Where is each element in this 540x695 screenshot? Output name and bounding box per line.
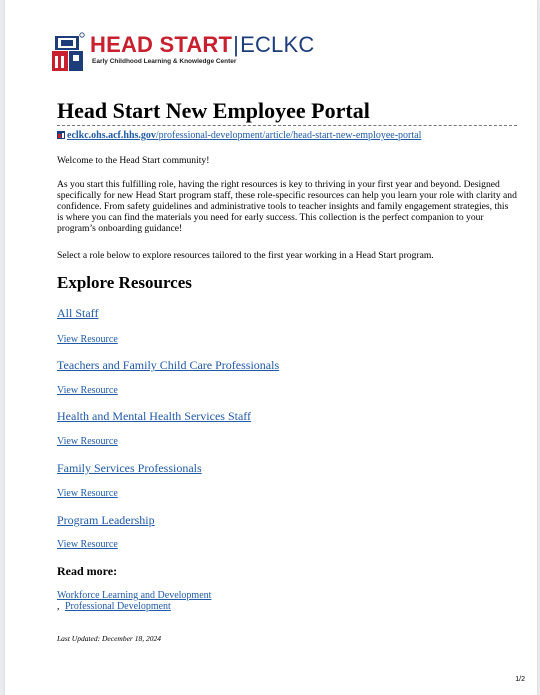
select-role-paragraph: Select a role below to explore resources…: [57, 250, 434, 261]
tag-separator: ,: [57, 601, 60, 612]
head-start-blocks-icon: [52, 32, 85, 71]
logo-head-text: HEAD START: [90, 32, 233, 57]
tag-link-workforce[interactable]: Workforce Learning and Development: [57, 590, 211, 601]
welcome-paragraph: Welcome to the Head Start community!: [57, 155, 210, 166]
logo-separator: |: [233, 32, 240, 57]
explore-resources-heading: Explore Resources: [57, 273, 192, 292]
role-link-teachers[interactable]: Teachers and Family Child Care Professio…: [57, 358, 279, 373]
eclkc-logo[interactable]: HEAD START|ECLKC Early Childhood Learnin…: [52, 30, 314, 74]
view-resource-link[interactable]: View Resource: [57, 539, 118, 550]
tag-link-professional-development[interactable]: Professional Development: [65, 601, 171, 612]
role-link-program-leadership[interactable]: Program Leadership: [57, 513, 155, 528]
page-title: Head Start New Employee Portal: [57, 98, 517, 126]
view-resource-link[interactable]: View Resource: [57, 385, 118, 396]
intro-paragraph: As you start this fulfilling role, havin…: [57, 179, 517, 234]
view-resource-link[interactable]: View Resource: [57, 436, 118, 447]
read-more-heading: Read more:: [57, 564, 118, 578]
logo-subtitle: Early Childhood Learning & Knowledge Cen…: [92, 58, 237, 65]
logo-wordmark: HEAD START|ECLKC: [90, 32, 314, 58]
view-resource-link[interactable]: View Resource: [57, 488, 118, 499]
role-link-health-staff[interactable]: Health and Mental Health Services Staff: [57, 409, 251, 424]
page-number: 1/2: [515, 676, 525, 683]
view-resource-link[interactable]: View Resource: [57, 334, 118, 345]
logo-brand-text: ECLKC: [240, 32, 315, 57]
document-page: HEAD START|ECLKC Early Childhood Learnin…: [5, 0, 537, 695]
last-updated: Last Updated: December 18, 2024: [57, 634, 161, 643]
role-link-family-services[interactable]: Family Services Professionals: [57, 461, 202, 476]
source-url: eclkc.ohs.acf.hhs.gov/professional-devel…: [57, 130, 421, 141]
role-link-all-staff[interactable]: All Staff: [57, 306, 98, 321]
source-path: /professional-development/article/head-s…: [155, 130, 422, 141]
source-domain: eclkc.ohs.acf.hhs.gov: [67, 130, 156, 141]
favicon-icon: [57, 131, 65, 139]
source-link[interactable]: eclkc.ohs.acf.hhs.gov/professional-devel…: [67, 130, 421, 141]
